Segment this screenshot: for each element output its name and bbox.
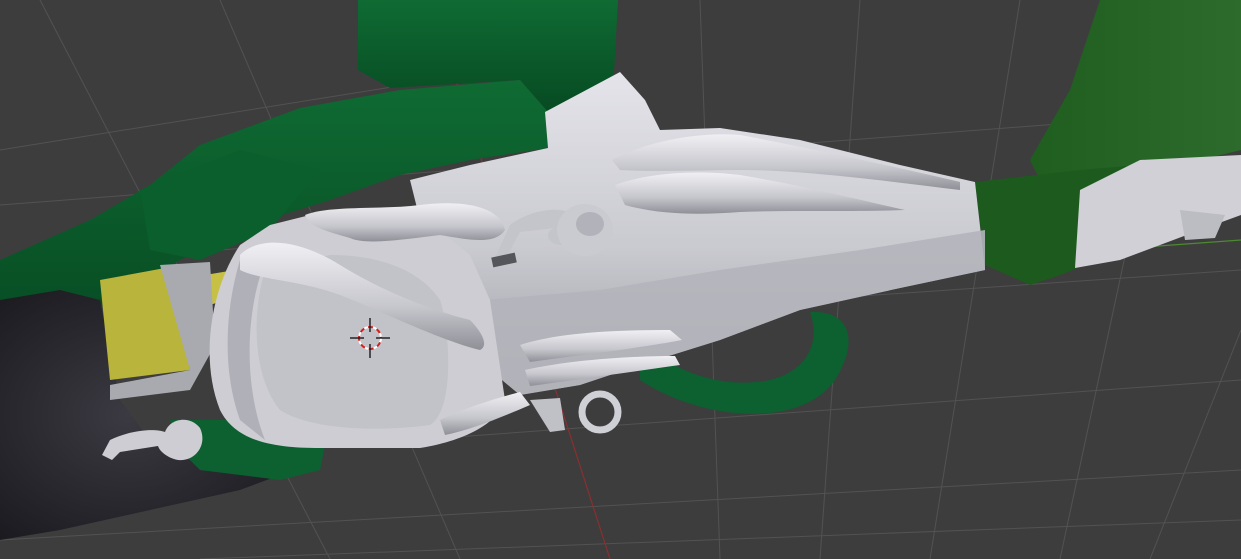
lower-bracket (530, 398, 565, 432)
green-wing-right (1030, 0, 1241, 180)
viewport-canvas[interactable] (0, 0, 1241, 559)
hub-circle-inner (576, 212, 604, 236)
nose-underside (1180, 210, 1225, 240)
lower-hook-ring (578, 390, 622, 434)
3d-viewport[interactable] (0, 0, 1241, 559)
